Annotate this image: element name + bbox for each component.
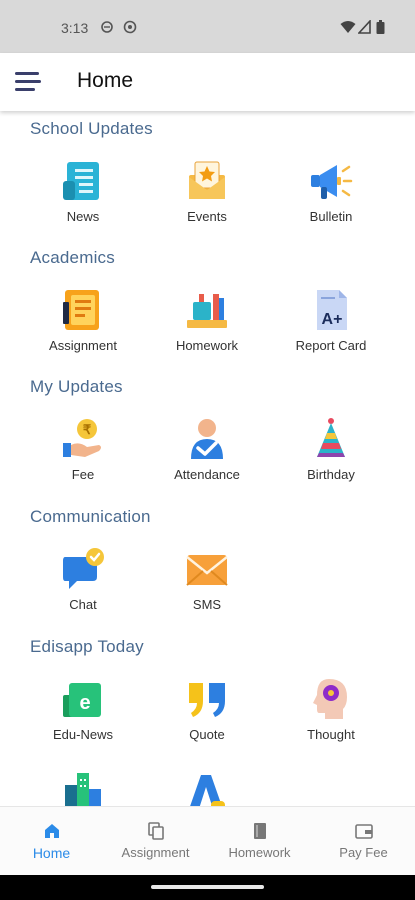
edu-news-tile[interactable]: e Edu-News: [28, 677, 138, 742]
nav-assignment[interactable]: Assignment: [104, 807, 207, 875]
chat-label: Chat: [69, 597, 97, 612]
bulletin-tile[interactable]: Bulletin: [276, 159, 386, 224]
thought-tile[interactable]: Thought: [276, 677, 386, 742]
news-label: News: [66, 209, 100, 224]
nav-homework[interactable]: Homework: [208, 807, 311, 875]
nav-home-label: Home: [32, 845, 71, 861]
sync-icon: [101, 21, 113, 33]
gesture-bar: [0, 874, 415, 900]
report-card-label: Report Card: [295, 338, 367, 353]
wifi-icon: [340, 21, 356, 33]
city-tile[interactable]: [28, 771, 138, 806]
book-icon: [251, 822, 269, 840]
battery-icon: [376, 20, 385, 34]
home-content[interactable]: School Updates News Events Bulletin Acad…: [0, 111, 415, 806]
nav-pay-fee-label: Pay Fee: [339, 845, 388, 860]
page-title: Home: [77, 69, 134, 92]
assignment-label: Assignment: [49, 338, 117, 353]
app-bar: Home: [0, 53, 415, 111]
events-tile[interactable]: Events: [152, 159, 262, 224]
attendance-icon: [185, 417, 229, 461]
quote-tile[interactable]: Quote: [152, 677, 262, 742]
birthday-icon: [309, 417, 353, 461]
home-icon: [43, 822, 61, 840]
city-icon: [61, 771, 105, 806]
status-time: 3:13: [61, 20, 89, 36]
bulletin-icon: [309, 159, 353, 203]
events-icon: [185, 159, 229, 203]
section-title-school-updates: School Updates: [30, 119, 153, 138]
sms-icon: [185, 547, 229, 591]
svg-text:e: e: [79, 692, 90, 714]
wallet-icon: [354, 822, 373, 840]
chat-tile[interactable]: Chat: [28, 547, 138, 612]
attendance-label: Attendance: [174, 467, 240, 482]
sms-label: SMS: [192, 597, 222, 612]
report-card-icon: A+: [309, 288, 353, 332]
svg-text:A+: A+: [322, 311, 343, 328]
fee-tile[interactable]: ₹ Fee: [28, 417, 138, 482]
chat-icon: [61, 547, 105, 591]
report-card-tile[interactable]: A+ Report Card: [276, 288, 386, 353]
birthday-label: Birthday: [307, 467, 355, 482]
homework-icon: [185, 288, 229, 332]
svg-text:₹: ₹: [83, 422, 92, 437]
signal-icon: [358, 20, 371, 34]
fee-icon: ₹: [61, 417, 105, 461]
section-title-my-updates: My Updates: [30, 377, 123, 396]
letter-a-tile[interactable]: [152, 771, 262, 806]
thought-label: Thought: [307, 727, 355, 742]
assignment-tile[interactable]: Assignment: [28, 288, 138, 353]
attendance-tile[interactable]: Attendance: [152, 417, 262, 482]
nav-homework-label: Homework: [228, 845, 291, 860]
edu-news-icon: e: [61, 677, 105, 721]
menu-icon[interactable]: [15, 72, 43, 92]
section-title-communication: Communication: [30, 507, 151, 526]
news-tile[interactable]: News: [28, 159, 138, 224]
events-label: Events: [187, 209, 227, 224]
thought-icon: [309, 677, 353, 721]
edu-news-label: Edu-News: [53, 727, 113, 742]
app-notification-icon: [123, 20, 137, 34]
nav-pay-fee[interactable]: Pay Fee: [312, 807, 415, 875]
letter-a-icon: [185, 771, 229, 806]
home-gesture-handle[interactable]: [151, 885, 264, 889]
fee-label: Fee: [71, 467, 95, 482]
status-bar: 3:13: [0, 0, 415, 53]
quote-label: Quote: [189, 727, 225, 742]
homework-label: Homework: [175, 338, 239, 353]
nav-assignment-label: Assignment: [121, 845, 190, 860]
section-title-edisapp-today: Edisapp Today: [30, 637, 144, 656]
news-icon: [61, 159, 105, 203]
nav-home[interactable]: Home: [0, 807, 103, 875]
bottom-navigation: Home Assignment Homework Pay Fee: [0, 806, 415, 875]
assignment-icon: [61, 288, 105, 332]
section-title-academics: Academics: [30, 248, 115, 267]
homework-tile[interactable]: Homework: [152, 288, 262, 353]
birthday-tile[interactable]: Birthday: [276, 417, 386, 482]
bulletin-label: Bulletin: [309, 209, 353, 224]
copy-icon: [147, 822, 165, 840]
quote-icon: [185, 677, 229, 721]
sms-tile[interactable]: SMS: [152, 547, 262, 612]
